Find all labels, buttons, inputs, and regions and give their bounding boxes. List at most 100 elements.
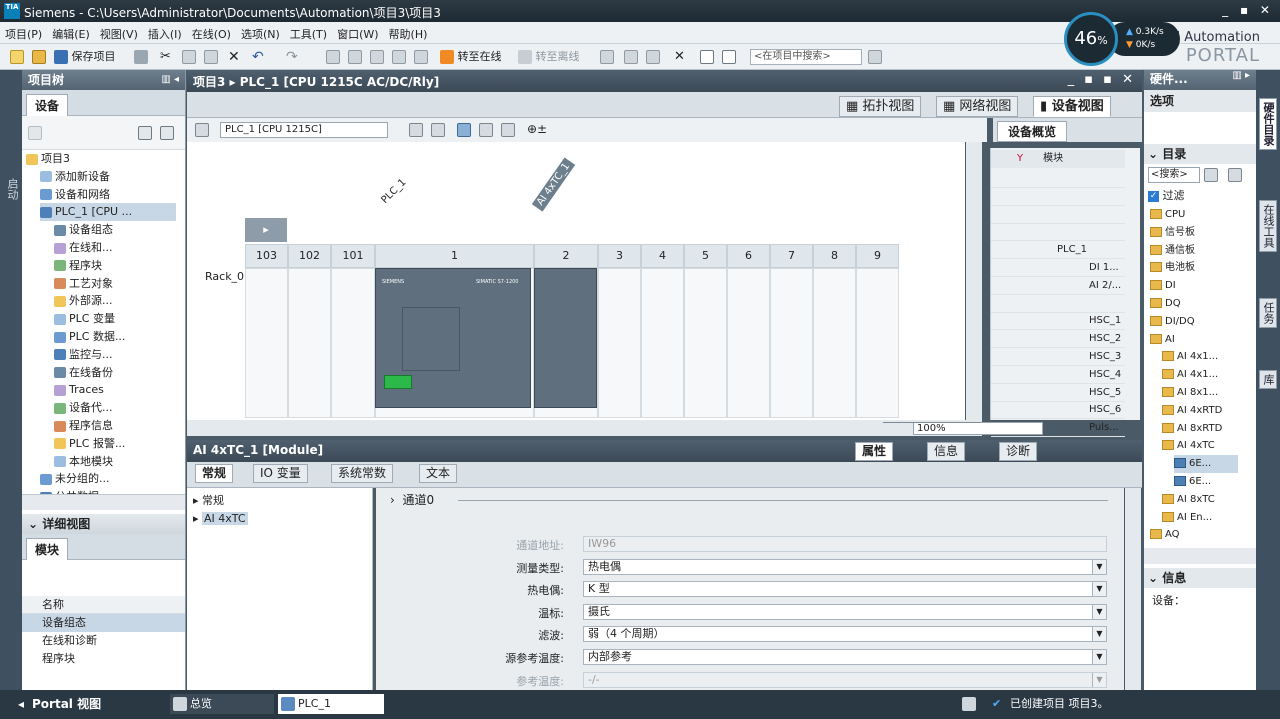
rack-slot[interactable]	[813, 268, 856, 418]
overview-row[interactable]: HSC_5	[991, 384, 1125, 402]
tab-info[interactable]: 信息	[927, 442, 966, 461]
tree-item[interactable]: 监控与...	[54, 346, 176, 364]
tree-item[interactable]: PLC 数据...	[54, 328, 176, 346]
canvas-hscrollbar[interactable]: 100%	[187, 420, 1043, 436]
info-section[interactable]: ⌄ 信息	[1144, 568, 1256, 588]
start-stop-icon[interactable]	[624, 48, 638, 66]
go-offline-button[interactable]: 转至离线	[518, 48, 580, 66]
catalog-panel-controls-icon[interactable]: ▥ ▸	[1232, 70, 1250, 81]
open-project-icon[interactable]	[32, 48, 46, 66]
tab-device-view[interactable]: ▮ 设备视图	[1033, 96, 1111, 117]
tree-hscrollbar[interactable]	[22, 494, 185, 510]
tab-general[interactable]: 常规	[195, 464, 234, 483]
tree-item[interactable]: 设备组态	[54, 221, 176, 239]
slot-number[interactable]: 5	[684, 244, 727, 268]
search-down-icon[interactable]	[1204, 168, 1218, 182]
tab-topology-view[interactable]: ▦ 拓扑视图	[839, 96, 922, 117]
tree-item[interactable]: PLC 变量	[54, 310, 176, 328]
rack-slot[interactable]	[684, 268, 727, 418]
tree-item[interactable]: 工艺对象	[54, 275, 176, 293]
ai-4xtc-module[interactable]	[534, 268, 597, 408]
window-controls[interactable]: _ ▪ ✕	[1222, 3, 1274, 17]
detail-view-header[interactable]: ⌄ 详细视图	[22, 514, 185, 534]
catalog-section[interactable]: ⌄ 目录	[1144, 144, 1256, 164]
dropdown-arrow-icon[interactable]: ▼	[1092, 604, 1106, 619]
catalog-item[interactable]: DI/DQ	[1150, 313, 1238, 331]
detail-item[interactable]: 设备组态	[22, 614, 185, 632]
overview-row[interactable]: Puls...	[991, 419, 1125, 438]
catalog-item[interactable]: 信号板	[1150, 224, 1238, 242]
filter-checkbox-row[interactable]: ✓ 过滤	[1144, 186, 1256, 206]
tab-libraries[interactable]: 库	[1259, 370, 1277, 389]
overview-filter-icon[interactable]: Y	[1017, 153, 1023, 164]
catalog-item[interactable]: AI 4x1...	[1162, 348, 1238, 366]
split-vertical-icon[interactable]	[722, 48, 736, 66]
options-section[interactable]: 选项	[1144, 90, 1256, 112]
expand-rack-button[interactable]: ▸	[245, 218, 287, 242]
breadcrumb[interactable]: 项目3 ▸ PLC_1 [CPU 1215C AC/DC/Rly]	[193, 73, 439, 90]
catalog-item[interactable]: AI 4x1...	[1162, 366, 1238, 384]
menu-edit[interactable]: 编辑(E)	[47, 22, 95, 46]
tab-network-view[interactable]: ▦ 网络视图	[936, 96, 1019, 117]
tab-hardware-catalog[interactable]: 硬件目录	[1259, 98, 1277, 150]
catalog-search-input[interactable]: <搜索>	[1148, 167, 1200, 183]
compile-icon[interactable]	[326, 48, 340, 66]
overview-row[interactable]: HSC_4	[991, 366, 1125, 384]
detail-item[interactable]: 程序块	[22, 650, 185, 668]
overview-row[interactable]: HSC_1	[991, 312, 1125, 331]
catalog-item[interactable]: 电池板	[1150, 259, 1238, 277]
list-view-icon[interactable]	[138, 126, 152, 140]
catalog-item[interactable]: AI	[1150, 331, 1238, 349]
search-project-icon[interactable]	[868, 48, 882, 66]
tree-item[interactable]: 在线和...	[54, 239, 176, 257]
catalog-item[interactable]: 通信板	[1150, 242, 1238, 260]
dropdown-arrow-icon[interactable]: ▼	[1092, 582, 1106, 597]
menu-options[interactable]: 选项(N)	[236, 22, 285, 46]
print-icon[interactable]	[134, 48, 148, 66]
menu-view[interactable]: 视图(V)	[95, 22, 143, 46]
overview-row[interactable]: DI 1...	[991, 259, 1125, 277]
overview-row[interactable]	[991, 170, 1125, 188]
tab-modules[interactable]: 模块	[26, 538, 69, 560]
dropdown-arrow-icon[interactable]: ▼	[1092, 672, 1106, 687]
detail-item[interactable]: 在线和诊断	[22, 632, 185, 650]
page-break-icon[interactable]	[501, 123, 515, 137]
dropdown-arrow-icon[interactable]: ▼	[1092, 627, 1106, 642]
slot-number[interactable]: 9	[856, 244, 899, 268]
detail-col-name[interactable]: 名称	[22, 596, 185, 614]
plc-task-tab[interactable]: PLC_1	[278, 694, 384, 714]
tree-item[interactable]: 设备和网络	[40, 186, 176, 204]
menu-online[interactable]: 在线(O)	[187, 22, 236, 46]
slot-number[interactable]: 1	[375, 244, 534, 268]
field-value[interactable]: 弱（4 个周期） ▼	[583, 626, 1107, 643]
rack-slot[interactable]	[245, 268, 288, 418]
tree-item[interactable]: PLC_1 [CPU ...	[40, 203, 176, 222]
overview-row[interactable]	[991, 206, 1125, 224]
undo-icon[interactable]: ↶	[252, 48, 264, 66]
catalog-item[interactable]: AI En...	[1162, 509, 1238, 527]
go-online-button[interactable]: 转至在线	[440, 48, 502, 66]
menu-help[interactable]: 帮助(H)	[384, 22, 433, 46]
rack-slot[interactable]	[598, 268, 641, 418]
save-project-button[interactable]: 保存项目	[54, 48, 116, 66]
catalog-item[interactable]: AI 8x1...	[1162, 384, 1238, 402]
tab-system-constants[interactable]: 系统常数	[331, 464, 394, 483]
tree-item[interactable]: 程序信息	[54, 417, 176, 435]
menu-tools[interactable]: 工具(T)	[285, 22, 332, 46]
slot-number[interactable]: 7	[770, 244, 813, 268]
tab-texts[interactable]: 文本	[419, 464, 458, 483]
tree-item[interactable]: 设备代...	[54, 399, 176, 417]
catalog-item[interactable]: 6E...	[1174, 473, 1238, 491]
status-dialog-icon[interactable]	[962, 697, 976, 711]
field-value[interactable]: 摄氏 ▼	[583, 603, 1107, 620]
overview-row[interactable]	[991, 188, 1125, 206]
device-select[interactable]: PLC_1 [CPU 1215C]	[220, 122, 388, 138]
overview-row[interactable]	[991, 295, 1125, 313]
tree-item[interactable]: PLC 报警...	[54, 435, 176, 453]
tab-device-overview[interactable]: 设备概览	[997, 121, 1068, 142]
new-folder-icon[interactable]	[28, 126, 42, 140]
network-icon[interactable]	[431, 123, 445, 137]
overview-task-tab[interactable]: 总览	[170, 694, 274, 714]
menu-project[interactable]: 项目(P)	[0, 22, 47, 46]
nav-item-ai4xtc[interactable]: ▸ AI 4xTC	[187, 512, 372, 525]
